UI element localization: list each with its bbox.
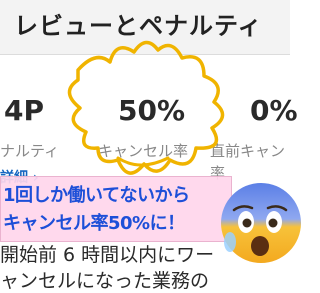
shocked-face-icon bbox=[221, 183, 301, 263]
caption-line-2: キャンセル率50%に！ bbox=[3, 213, 185, 234]
cancel-rate-value: 50% bbox=[118, 94, 186, 127]
caption-line-1: 1回しか働いてないから bbox=[3, 185, 190, 206]
penalty-label: ナルティ bbox=[0, 142, 60, 160]
body-text-line-3: ャンセルになった業務の bbox=[0, 270, 210, 292]
caption-overlay: 1回しか働いてないから キャンセル率50%に！ bbox=[0, 176, 232, 242]
body-text-line-2: 開始前 6 時間以内にワー bbox=[0, 244, 215, 266]
cancel-rate-label: キャンセル率 bbox=[98, 142, 189, 160]
header-bar: レビューとペナルティ bbox=[0, 0, 290, 55]
page-title: レビューとペナルティ bbox=[14, 12, 263, 40]
direct-cancel-rate-value: 0% bbox=[250, 94, 298, 127]
direct-cancel-label: 直前キャン bbox=[210, 142, 286, 160]
penalty-points-value: 4P bbox=[4, 94, 45, 127]
